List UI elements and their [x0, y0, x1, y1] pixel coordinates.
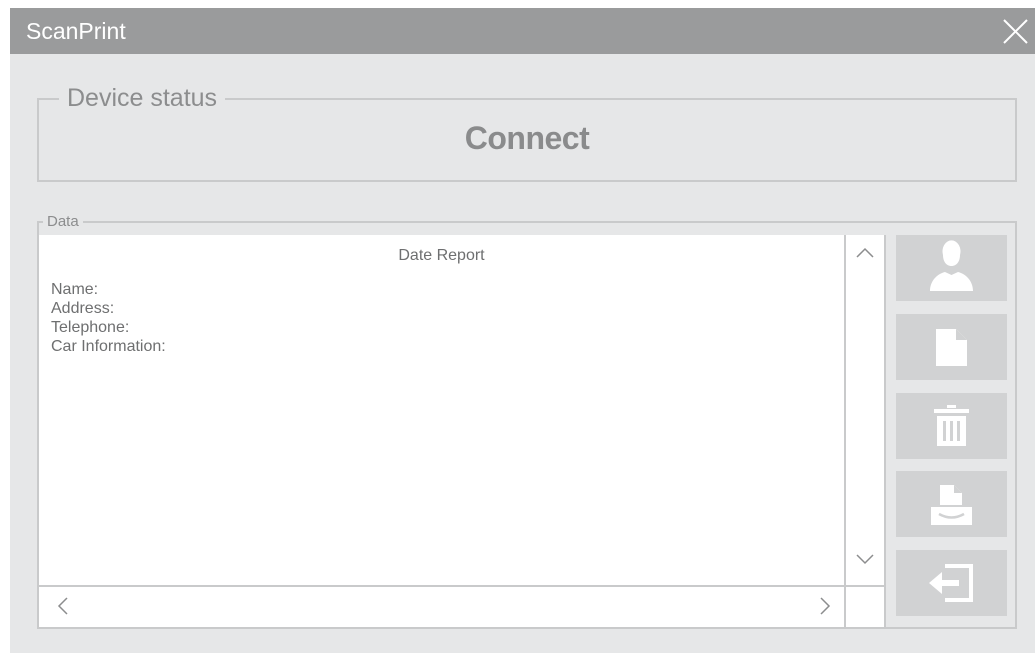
exit-button[interactable]: [896, 550, 1007, 616]
new-document-icon: [936, 329, 967, 366]
report-text-area[interactable]: Date Report Name: Address: Telephone: Ca…: [39, 235, 846, 587]
exit-icon: [929, 564, 973, 602]
vertical-scrollbar[interactable]: [846, 235, 886, 587]
horizontal-scrollbar[interactable]: [39, 587, 846, 627]
delete-button[interactable]: [896, 393, 1007, 459]
chevron-left-icon: [57, 597, 68, 615]
print-button[interactable]: [896, 471, 1007, 537]
trash-icon: [934, 405, 969, 446]
device-status-value: Connect: [464, 120, 590, 156]
data-group: Data Date Report Name: Address: Telephon…: [37, 213, 1017, 629]
field-telephone: Telephone:: [51, 319, 130, 336]
print-icon: [931, 485, 972, 525]
data-legend: Data: [43, 213, 83, 230]
scroll-right-button[interactable]: [819, 597, 831, 615]
scanprint-window: ScanPrint Device status Connect Data Dat…: [10, 8, 1035, 653]
report-title: Date Report: [398, 247, 485, 264]
chevron-up-icon: [856, 247, 874, 258]
close-icon: [1003, 19, 1028, 44]
scrollbar-corner: [846, 587, 886, 627]
chevron-right-icon: [820, 597, 831, 615]
scroll-up-button[interactable]: [856, 247, 874, 259]
field-car-information: Car Information:: [51, 338, 166, 355]
new-document-button[interactable]: [896, 314, 1007, 380]
window-title: ScanPrint: [26, 18, 126, 44]
field-address: Address:: [51, 300, 115, 317]
scroll-left-button[interactable]: [57, 597, 69, 615]
chevron-down-icon: [856, 554, 874, 565]
close-button[interactable]: [995, 8, 1035, 54]
scroll-down-button[interactable]: [856, 553, 874, 565]
user-button[interactable]: [896, 235, 1007, 301]
report-fields: Name: Address: Telephone: Car Informatio…: [51, 280, 166, 356]
device-status-group: Device status Connect: [37, 84, 1017, 182]
title-bar: ScanPrint: [10, 8, 1035, 54]
user-icon: [930, 240, 973, 291]
device-status-legend: Device status: [59, 84, 226, 113]
field-name: Name:: [51, 281, 99, 298]
